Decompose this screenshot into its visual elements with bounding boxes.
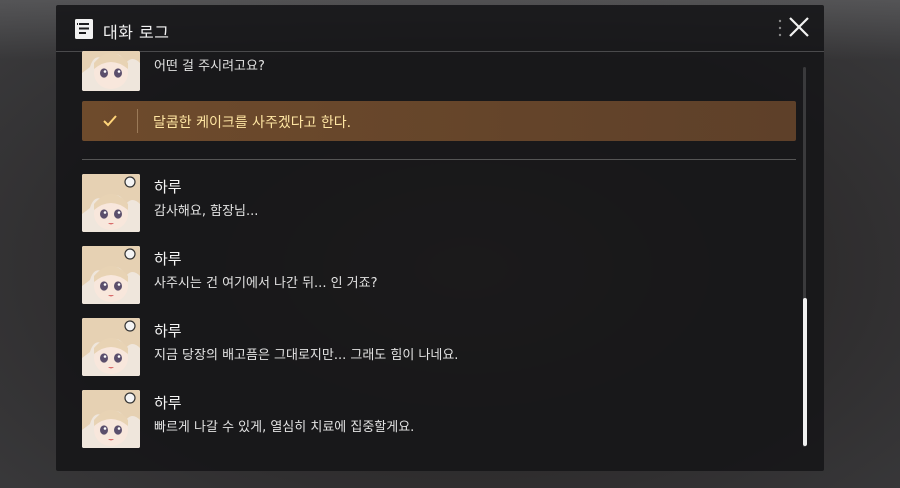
log-entry: 어떤 걸 주시려고요? xyxy=(82,51,742,91)
choice-separator xyxy=(137,109,138,133)
dialogue-log-panel: 대화 로그 어떤 걸 주시려고요? 달콤한 케이크를 사주겠다고 한다. 하루 … xyxy=(56,5,824,471)
dialogue-line: 지금 당장의 배고픔은 그대로지만... 그래도 힘이 나네요. xyxy=(154,348,459,363)
choice-text: 달콤한 케이크를 사주겠다고 한다. xyxy=(153,115,352,131)
avatar xyxy=(82,390,140,448)
panel-header: 대화 로그 xyxy=(56,5,824,52)
drag-dots-icon xyxy=(778,19,782,37)
dialogue-line: 빠르게 나갈 수 있게, 열심히 치료에 집중할게요. xyxy=(154,420,415,435)
log-entry: 하루 지금 당장의 배고픔은 그대로지만... 그래도 힘이 나네요. xyxy=(82,318,742,376)
dialogue-line: 어떤 걸 주시려고요? xyxy=(154,59,265,74)
log-entry: 하루 감사해요, 함장님... xyxy=(82,174,742,232)
speaker-name: 하루 xyxy=(154,178,182,196)
scrollbar-thumb[interactable] xyxy=(803,298,807,446)
document-log-icon xyxy=(75,19,93,39)
avatar xyxy=(82,174,140,232)
avatar xyxy=(82,318,140,376)
speaker-name: 하루 xyxy=(154,250,182,268)
page-title: 대화 로그 xyxy=(103,23,170,42)
selected-choice: 달콤한 케이크를 사주겠다고 한다. xyxy=(82,101,796,141)
speaker-name: 하루 xyxy=(154,394,182,412)
close-button[interactable] xyxy=(786,14,812,40)
avatar xyxy=(82,51,140,91)
log-entry: 하루 사주시는 건 여기에서 나간 뒤... 인 거죠? xyxy=(82,246,742,304)
dialogue-line: 감사해요, 함장님... xyxy=(154,204,259,219)
speaker-name: 하루 xyxy=(154,322,182,340)
divider xyxy=(82,159,796,160)
avatar xyxy=(82,246,140,304)
dialogue-line: 사주시는 건 여기에서 나간 뒤... 인 거죠? xyxy=(154,276,378,291)
log-entry: 하루 빠르게 나갈 수 있게, 열심히 치료에 집중할게요. xyxy=(82,390,742,448)
check-icon xyxy=(103,115,117,127)
